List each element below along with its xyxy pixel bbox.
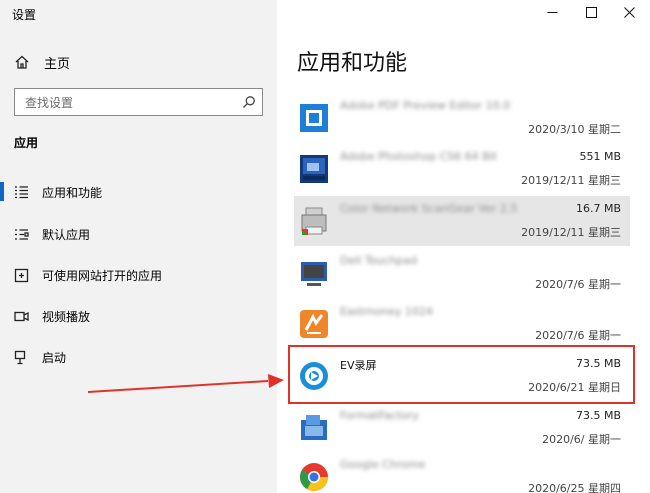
default-apps-icon bbox=[15, 228, 29, 240]
home-label: 主页 bbox=[44, 56, 71, 72]
search-input[interactable]: 查找设置 bbox=[14, 88, 263, 116]
home-icon bbox=[15, 55, 29, 69]
minimize-button[interactable] bbox=[542, 3, 562, 21]
format-factory-app-icon bbox=[301, 415, 327, 440]
page-title: 应用和功能 bbox=[297, 51, 408, 76]
website-app-icon bbox=[14, 268, 29, 282]
app-date: 2020/3/10 星期二 bbox=[528, 123, 621, 136]
sidebar-home[interactable]: 主页 bbox=[14, 52, 70, 72]
app-name: Eastmoney 1024 bbox=[340, 305, 433, 318]
maximize-icon bbox=[585, 6, 597, 18]
highlight-box bbox=[288, 345, 635, 404]
photo-editor-app-icon bbox=[300, 155, 328, 183]
app-size: 73.5 MB bbox=[575, 409, 621, 422]
app-name: Dell Touchpad bbox=[340, 254, 418, 267]
app-date: 2019/12/11 星期三 bbox=[521, 226, 621, 239]
app-name: Adobe Photoshop CS6 64 Bit bbox=[340, 150, 498, 163]
finance-app-icon bbox=[300, 310, 328, 338]
search-icon[interactable] bbox=[242, 95, 256, 109]
sidebar-item-label: 默认应用 bbox=[42, 227, 91, 242]
sidebar-item-apps-features[interactable]: 应用和功能 bbox=[14, 182, 102, 202]
app-size: 16.7 MB bbox=[575, 202, 621, 215]
sidebar-item-default-apps[interactable]: 默认应用 bbox=[14, 224, 90, 244]
close-icon bbox=[623, 6, 635, 18]
app-list-item-selected[interactable]: Color Network ScanGear Ver 2.5 16.7 MB 2… bbox=[294, 196, 630, 246]
printer-app-icon bbox=[301, 207, 327, 235]
sidebar-item-website-apps[interactable]: 可使用网站打开的应用 bbox=[14, 265, 162, 285]
sidebar-item-video-playback[interactable]: 视频播放 bbox=[14, 306, 90, 326]
search-placeholder: 查找设置 bbox=[25, 96, 74, 110]
app-date: 2020/6/ 星期一 bbox=[542, 433, 621, 446]
section-title: 应用 bbox=[14, 136, 39, 150]
window-title: 设置 bbox=[12, 8, 37, 22]
settings-sidebar: 设置 主页 查找设置 应用 应用和功能 默认应用 可使用网站打开的应用 视频播放… bbox=[0, 0, 277, 493]
app-list-item[interactable]: Adobe PDF Preview Editor 10.0 2020/3/10 … bbox=[294, 93, 630, 143]
app-size: 551 MB bbox=[579, 150, 621, 163]
app-name: FormatFactory bbox=[340, 409, 419, 422]
sidebar-item-label: 视频播放 bbox=[42, 309, 91, 324]
pointer-arrow-icon bbox=[87, 374, 284, 393]
selected-indicator bbox=[0, 182, 4, 201]
app-date: 2020/7/6 星期一 bbox=[535, 278, 621, 291]
app-list-item[interactable]: Dell Touchpad 2020/7/6 星期一 bbox=[294, 248, 630, 298]
app-name: Google Chrome bbox=[340, 458, 426, 471]
close-button[interactable] bbox=[619, 3, 639, 21]
app-name: Adobe PDF Preview Editor 10.0 bbox=[340, 99, 511, 112]
chrome-app-icon bbox=[300, 463, 328, 491]
sidebar-item-label: 启动 bbox=[42, 350, 67, 365]
app-date: 2019/12/11 星期三 bbox=[521, 174, 621, 187]
app-date: 2020/6/25 星期四 bbox=[528, 482, 621, 493]
scrollbar[interactable] bbox=[644, 100, 648, 490]
app-list-item[interactable]: Eastmoney 1024 2020/7/6 星期一 bbox=[294, 299, 630, 349]
sidebar-item-label: 应用和功能 bbox=[42, 185, 103, 200]
app-date: 2020/7/6 星期一 bbox=[535, 329, 621, 342]
app-name: Color Network ScanGear Ver 2.5 bbox=[340, 202, 518, 215]
maximize-button[interactable] bbox=[581, 3, 601, 21]
sidebar-item-label: 可使用网站打开的应用 bbox=[42, 268, 163, 283]
app-list-item[interactable]: Google Chrome 2020/6/25 星期四 bbox=[294, 452, 630, 493]
startup-icon bbox=[14, 350, 26, 364]
app-list-item[interactable]: Adobe Photoshop CS6 64 Bit 551 MB 2019/1… bbox=[294, 144, 630, 194]
apps-list-icon bbox=[15, 185, 28, 198]
app-list-item[interactable]: FormatFactory 73.5 MB 2020/6/ 星期一 bbox=[294, 403, 630, 453]
video-camera-icon bbox=[14, 311, 29, 321]
sidebar-item-startup[interactable]: 启动 bbox=[14, 347, 66, 367]
pdf-editor-app-icon bbox=[300, 104, 328, 132]
touchpad-app-icon bbox=[301, 262, 327, 286]
minimize-icon bbox=[547, 11, 557, 13]
